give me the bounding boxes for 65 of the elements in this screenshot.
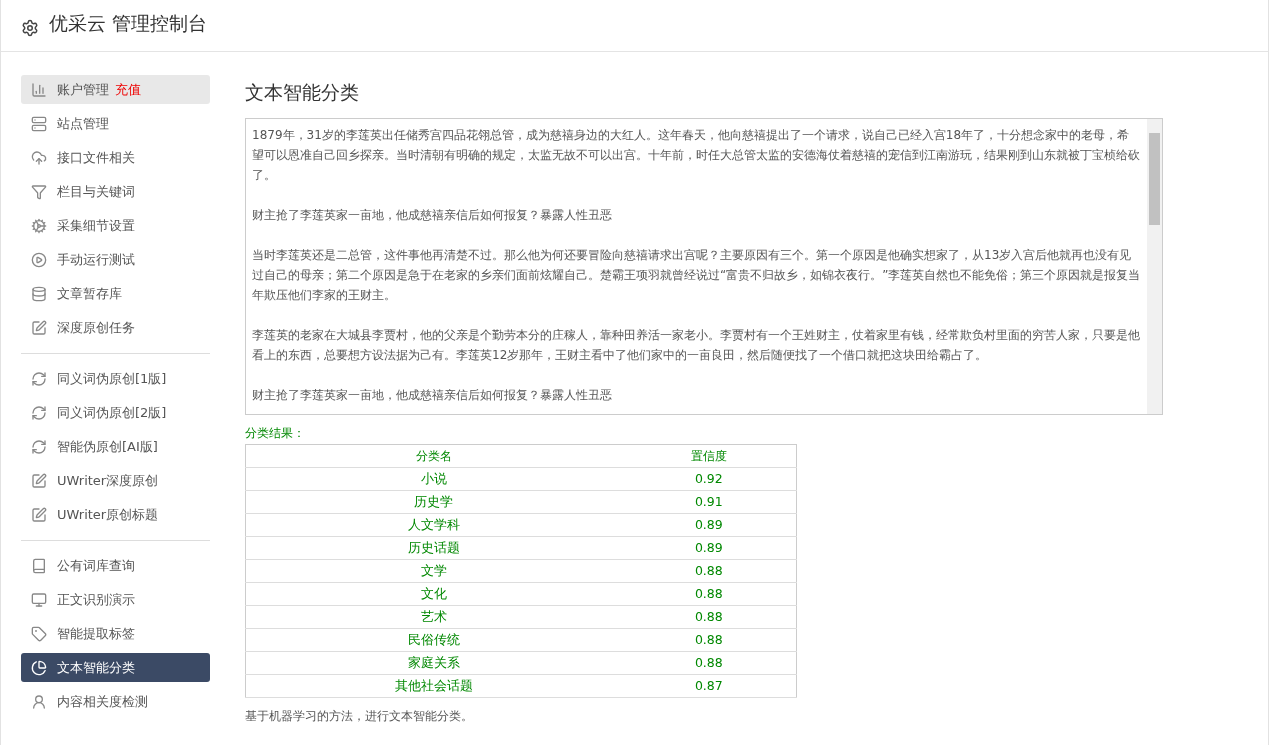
table-cell: 0.88: [621, 651, 797, 675]
sidebar-item[interactable]: UWriter深度原创: [21, 466, 210, 495]
refresh-icon: [31, 404, 47, 421]
sidebar-item[interactable]: 采集细节设置: [21, 211, 210, 240]
sidebar-item[interactable]: 栏目与关键词: [21, 177, 210, 206]
monitor-icon: [31, 591, 47, 608]
database-icon: [31, 285, 47, 302]
sidebar-item[interactable]: 深度原创任务: [21, 313, 210, 342]
sidebar-item[interactable]: 智能提取标签: [21, 619, 210, 648]
table-cell: 历史学: [245, 490, 622, 514]
tag-icon: [31, 625, 47, 642]
table-cell: 历史话题: [245, 536, 622, 560]
column-header: 分类名: [245, 444, 622, 468]
settings-icon: [21, 19, 39, 37]
sidebar-item[interactable]: 站点管理: [21, 109, 210, 138]
sidebar-item[interactable]: 手动运行测试: [21, 245, 210, 274]
column-header: 置信度: [621, 444, 797, 468]
sidebar-item[interactable]: 同义词伪原创[1版]: [21, 364, 210, 393]
bar-chart-icon: [31, 81, 47, 98]
edit-icon: [31, 472, 47, 489]
result-label: 分类结果：: [245, 425, 306, 442]
sidebar-item[interactable]: UWriter原创标题: [21, 500, 210, 529]
table-cell: 0.88: [621, 559, 797, 583]
table-cell: 0.88: [621, 605, 797, 629]
table-cell: 文化: [245, 582, 622, 606]
sidebar-item[interactable]: 文本智能分类: [21, 653, 210, 682]
table-cell: 文学: [245, 559, 622, 583]
sidebar-item[interactable]: 同义词伪原创[2版]: [21, 398, 210, 427]
description-text: 基于机器学习的方法，进行文本智能分类。: [245, 708, 474, 725]
table-cell: 0.88: [621, 628, 797, 652]
table-cell: 0.92: [621, 467, 797, 491]
table-cell: 0.89: [621, 513, 797, 537]
scrollbar[interactable]: [1147, 119, 1162, 414]
pie-chart-icon: [31, 659, 47, 676]
server-icon: [31, 115, 47, 132]
cloud-upload-icon: [31, 149, 47, 166]
table-cell: 小说: [245, 467, 622, 491]
table-cell: 艺术: [245, 605, 622, 629]
table-cell: 0.91: [621, 490, 797, 514]
sidebar-item[interactable]: 账户管理 充值: [21, 75, 210, 104]
table-cell: 人文学科: [245, 513, 622, 537]
recharge-link[interactable]: 充值: [115, 80, 141, 99]
sidebar-item[interactable]: 正文识别演示: [21, 585, 210, 614]
table-cell: 家庭关系: [245, 651, 622, 675]
table-cell: 民俗传统: [245, 628, 622, 652]
play-icon: [31, 251, 47, 268]
sidebar-item[interactable]: 智能伪原创[AI版]: [21, 432, 210, 461]
text-input-field[interactable]: 1879年，31岁的李莲英出任储秀宫四品花翎总管，成为慈禧身边的大红人。这年春天，他向慈禧提出了一个请求，说自己已经入宫18年了，十分想念家中的老母，希望可以恩准自己回乡探亲。当时清朝有明确的规定，太监无故不可以出宫。十年前，时任大总管太监的安德海仗着慈禧的宠信到江南游玩，结果刚到山东就被丁宝桢给砍了。 财主抢了李莲英家一亩地，他成慈禧亲信后如何报复？暴露人性丑恶 当时李莲英还是二总管，这件事他再清楚不过。那么他为何还要冒险向慈禧请求出宫呢？主要原因有三个。第一个原因是他确实想家了，从13岁入宫后他就再也没有见过自己的母亲；第二个原因是急于在老家的乡亲们面前炫耀自己。楚霸王项羽就曾经说过“富贵不归故乡，如锦衣夜行。”李莲英自然也不能免俗；第三个原因就是报复当年欺压他们李家的王财主。 李莲英的老家在大城县李贾村，他的父亲是个勤劳本分的庄稼人，靠种田养活一家老小。李贾村有一个王姓财主，仗着家里有钱，经常欺负村里面的穷苦人家，只要是他看上的东西，总要想方设法据为己有。李莲英12岁那年，王财主看中了他们家中的一亩良田，然后随便找了一个借口就把这块田给霸占了。 财主抢了李莲英家一亩地，他成慈禧亲信后如何报复？暴露人性丑恶: [245, 118, 1163, 415]
filter-icon: [31, 183, 47, 200]
page-heading: 文本智能分类: [245, 80, 360, 105]
refresh-icon: [31, 370, 47, 387]
sidebar-item[interactable]: 接口文件相关: [21, 143, 210, 172]
table-cell: 0.89: [621, 536, 797, 560]
user-icon: [31, 693, 47, 710]
sidebar-item[interactable]: 文章暂存库: [21, 279, 210, 308]
table-cell: 其他社会话题: [245, 674, 622, 698]
book-icon: [31, 557, 47, 574]
sidebar-item[interactable]: 公有词库查询: [21, 551, 210, 580]
refresh-icon: [31, 438, 47, 455]
edit-icon: [31, 506, 47, 523]
table-cell: 0.87: [621, 674, 797, 698]
app-title: 优采云 管理控制台: [49, 11, 208, 36]
sidebar-item[interactable]: 内容相关度检测: [21, 687, 210, 716]
edit-icon: [31, 319, 47, 336]
table-cell: 0.88: [621, 582, 797, 606]
